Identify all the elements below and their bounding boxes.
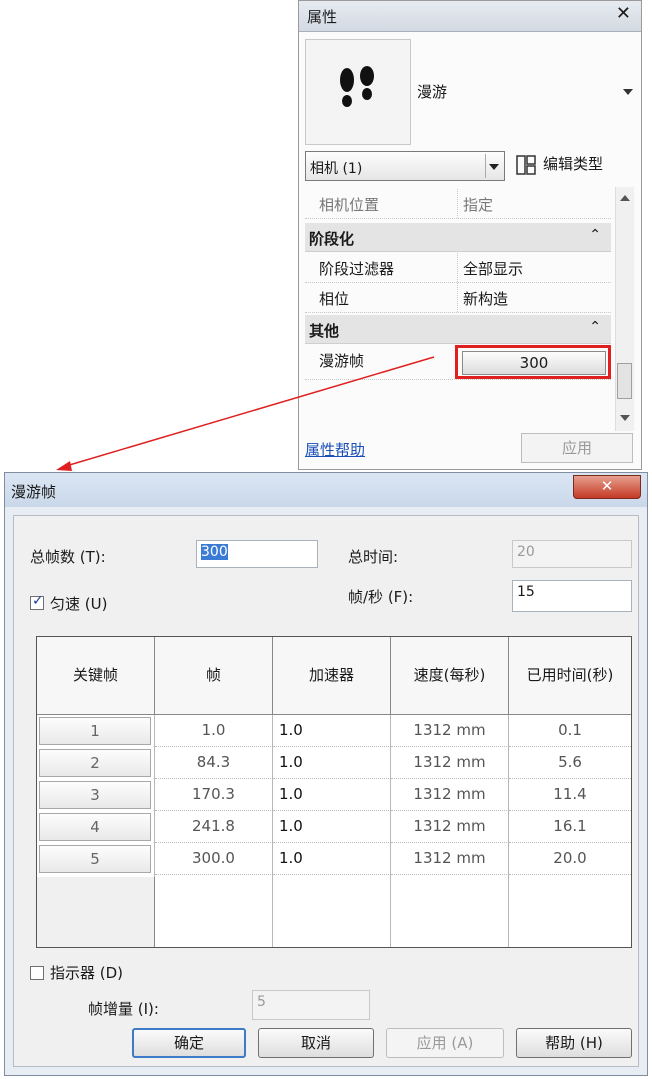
total-time-label: 总时间: [348, 548, 399, 566]
scroll-up-icon[interactable] [620, 195, 630, 201]
speed-cell: 1312 mm [391, 843, 509, 875]
group-other[interactable]: 其他 ⌃ [305, 315, 611, 344]
frame-cell: 241.8 [155, 811, 273, 843]
properties-title: 属性 [307, 8, 338, 26]
footprints-icon [340, 66, 374, 107]
accelerator-cell[interactable]: 1.0 [273, 747, 391, 779]
fps-input[interactable]: 15 [512, 580, 632, 612]
elapsed-cell: 5.6 [509, 747, 631, 779]
frame-cell: 170.3 [155, 779, 273, 811]
elapsed-cell: 0.1 [509, 715, 631, 747]
collapse-icon[interactable]: ⌃ [589, 227, 601, 243]
property-key: 漫游帧 [319, 352, 365, 370]
accelerator-cell[interactable]: 1.0 [273, 843, 391, 875]
total-time-field: 20 [512, 540, 632, 568]
properties-panel: 属性 ✕ 漫游 相机 (1) 编辑类型 相机位置 指定 阶段化 ⌃ 阶段过滤器 [298, 0, 642, 470]
dialog-body: 总帧数 (T): 300 总时间: 20 ✓ 匀速 (U) 帧/秒 (F): 1… [13, 515, 639, 1067]
keyframe-button[interactable]: 4 [39, 813, 151, 841]
keyframe-table: 关键帧 帧 加速器 速度(每秒) 已用时间(秒) 1 1.0 1.0 1312 … [36, 636, 632, 948]
group-label: 阶段化 [309, 230, 355, 248]
keyframe-button[interactable]: 5 [39, 845, 151, 873]
col-header-frame: 帧 [155, 637, 273, 715]
elapsed-cell: 20.0 [509, 843, 631, 875]
dialog-title-bar: 漫游帧 [5, 473, 647, 507]
total-frames-label: 总帧数 (T): [30, 548, 106, 566]
dialog-title: 漫游帧 [11, 483, 57, 501]
type-selector-image[interactable] [305, 39, 411, 145]
elapsed-cell: 11.4 [509, 779, 631, 811]
property-key: 相机位置 [319, 196, 380, 214]
keyframe-button[interactable]: 1 [39, 717, 151, 745]
frame-increment-label: 帧增量 (I): [88, 1000, 159, 1018]
help-button[interactable]: 帮助 (H) [516, 1028, 632, 1058]
scroll-down-icon[interactable] [620, 415, 630, 421]
total-time-value: 20 [517, 544, 535, 560]
property-value: 全部显示 [463, 260, 524, 278]
property-row-phase[interactable]: 相位 新构造 [305, 283, 611, 313]
col-header-accelerator: 加速器 [273, 637, 391, 715]
walkthrough-frames-highlight: 300 [455, 345, 611, 379]
col-header-keyframe: 关键帧 [37, 637, 155, 715]
keyframe-button[interactable]: 3 [39, 781, 151, 809]
frame-cell: 1.0 [155, 715, 273, 747]
keyframe-button[interactable]: 2 [39, 749, 151, 777]
properties-apply-button[interactable]: 应用 [521, 433, 633, 463]
fps-value: 15 [517, 584, 535, 600]
col-header-elapsed-time: 已用时间(秒) [509, 637, 631, 715]
speed-cell: 1312 mm [391, 747, 509, 779]
fps-label: 帧/秒 (F): [348, 588, 414, 606]
col-header-speed: 速度(每秒) [391, 637, 509, 715]
cancel-button[interactable]: 取消 [258, 1028, 374, 1058]
edit-type-label: 编辑类型 [543, 155, 604, 173]
frame-cell: 300.0 [155, 843, 273, 875]
property-row-camera-position[interactable]: 相机位置 指定 [305, 189, 611, 219]
close-icon[interactable]: ✕ [616, 3, 631, 24]
empty-keyframe-area [37, 877, 155, 947]
edit-type-button[interactable]: 编辑类型 [515, 153, 603, 179]
accelerator-cell[interactable]: 1.0 [273, 715, 391, 747]
walkthrough-frames-button[interactable]: 300 [462, 351, 606, 375]
chevron-down-icon[interactable] [623, 89, 633, 95]
speed-cell: 1312 mm [391, 811, 509, 843]
walkthrough-frames-dialog: 漫游帧 ✕ 总帧数 (T): 300 总时间: 20 ✓ 匀速 (U) 帧/秒 … [4, 472, 648, 1076]
close-icon[interactable]: ✕ [573, 475, 641, 499]
frame-cell: 84.3 [155, 747, 273, 779]
accelerator-cell[interactable]: 1.0 [273, 779, 391, 811]
instance-filter-value: 相机 (1) [310, 161, 363, 177]
property-key: 相位 [319, 290, 350, 308]
chevron-down-icon [489, 164, 499, 170]
property-value: 新构造 [463, 290, 509, 308]
speed-cell: 1312 mm [391, 779, 509, 811]
frame-increment-value: 5 [257, 994, 266, 1010]
instance-filter-dropdown[interactable]: 相机 (1) [305, 151, 505, 181]
properties-help-link[interactable]: 属性帮助 [305, 439, 365, 460]
property-row-phase-filter[interactable]: 阶段过滤器 全部显示 [305, 253, 611, 283]
uniform-speed-label: 匀速 (U) [50, 595, 108, 613]
type-name: 漫游 [417, 83, 448, 101]
group-phasing[interactable]: 阶段化 ⌃ [305, 223, 611, 252]
ok-button[interactable]: 确定 [132, 1028, 246, 1058]
uniform-speed-checkbox[interactable]: ✓ [30, 593, 44, 610]
elapsed-cell: 16.1 [509, 811, 631, 843]
speed-cell: 1312 mm [391, 715, 509, 747]
accelerator-cell[interactable]: 1.0 [273, 811, 391, 843]
apply-button[interactable]: 应用 (A) [386, 1028, 504, 1058]
property-value: 指定 [463, 196, 494, 214]
edit-type-icon [516, 154, 536, 175]
properties-scrollbar[interactable] [615, 187, 634, 431]
collapse-icon[interactable]: ⌃ [589, 319, 601, 335]
scrollbar-thumb[interactable] [617, 363, 632, 399]
indicator-checkbox[interactable] [30, 966, 44, 980]
indicator-label: 指示器 (D) [50, 964, 124, 982]
property-key: 阶段过滤器 [319, 260, 395, 278]
properties-title-bar: 属性 ✕ [299, 1, 641, 32]
total-frames-value: 300 [201, 544, 228, 560]
group-label: 其他 [309, 322, 340, 340]
total-frames-input[interactable]: 300 [196, 540, 318, 568]
frame-increment-field: 5 [252, 990, 370, 1020]
